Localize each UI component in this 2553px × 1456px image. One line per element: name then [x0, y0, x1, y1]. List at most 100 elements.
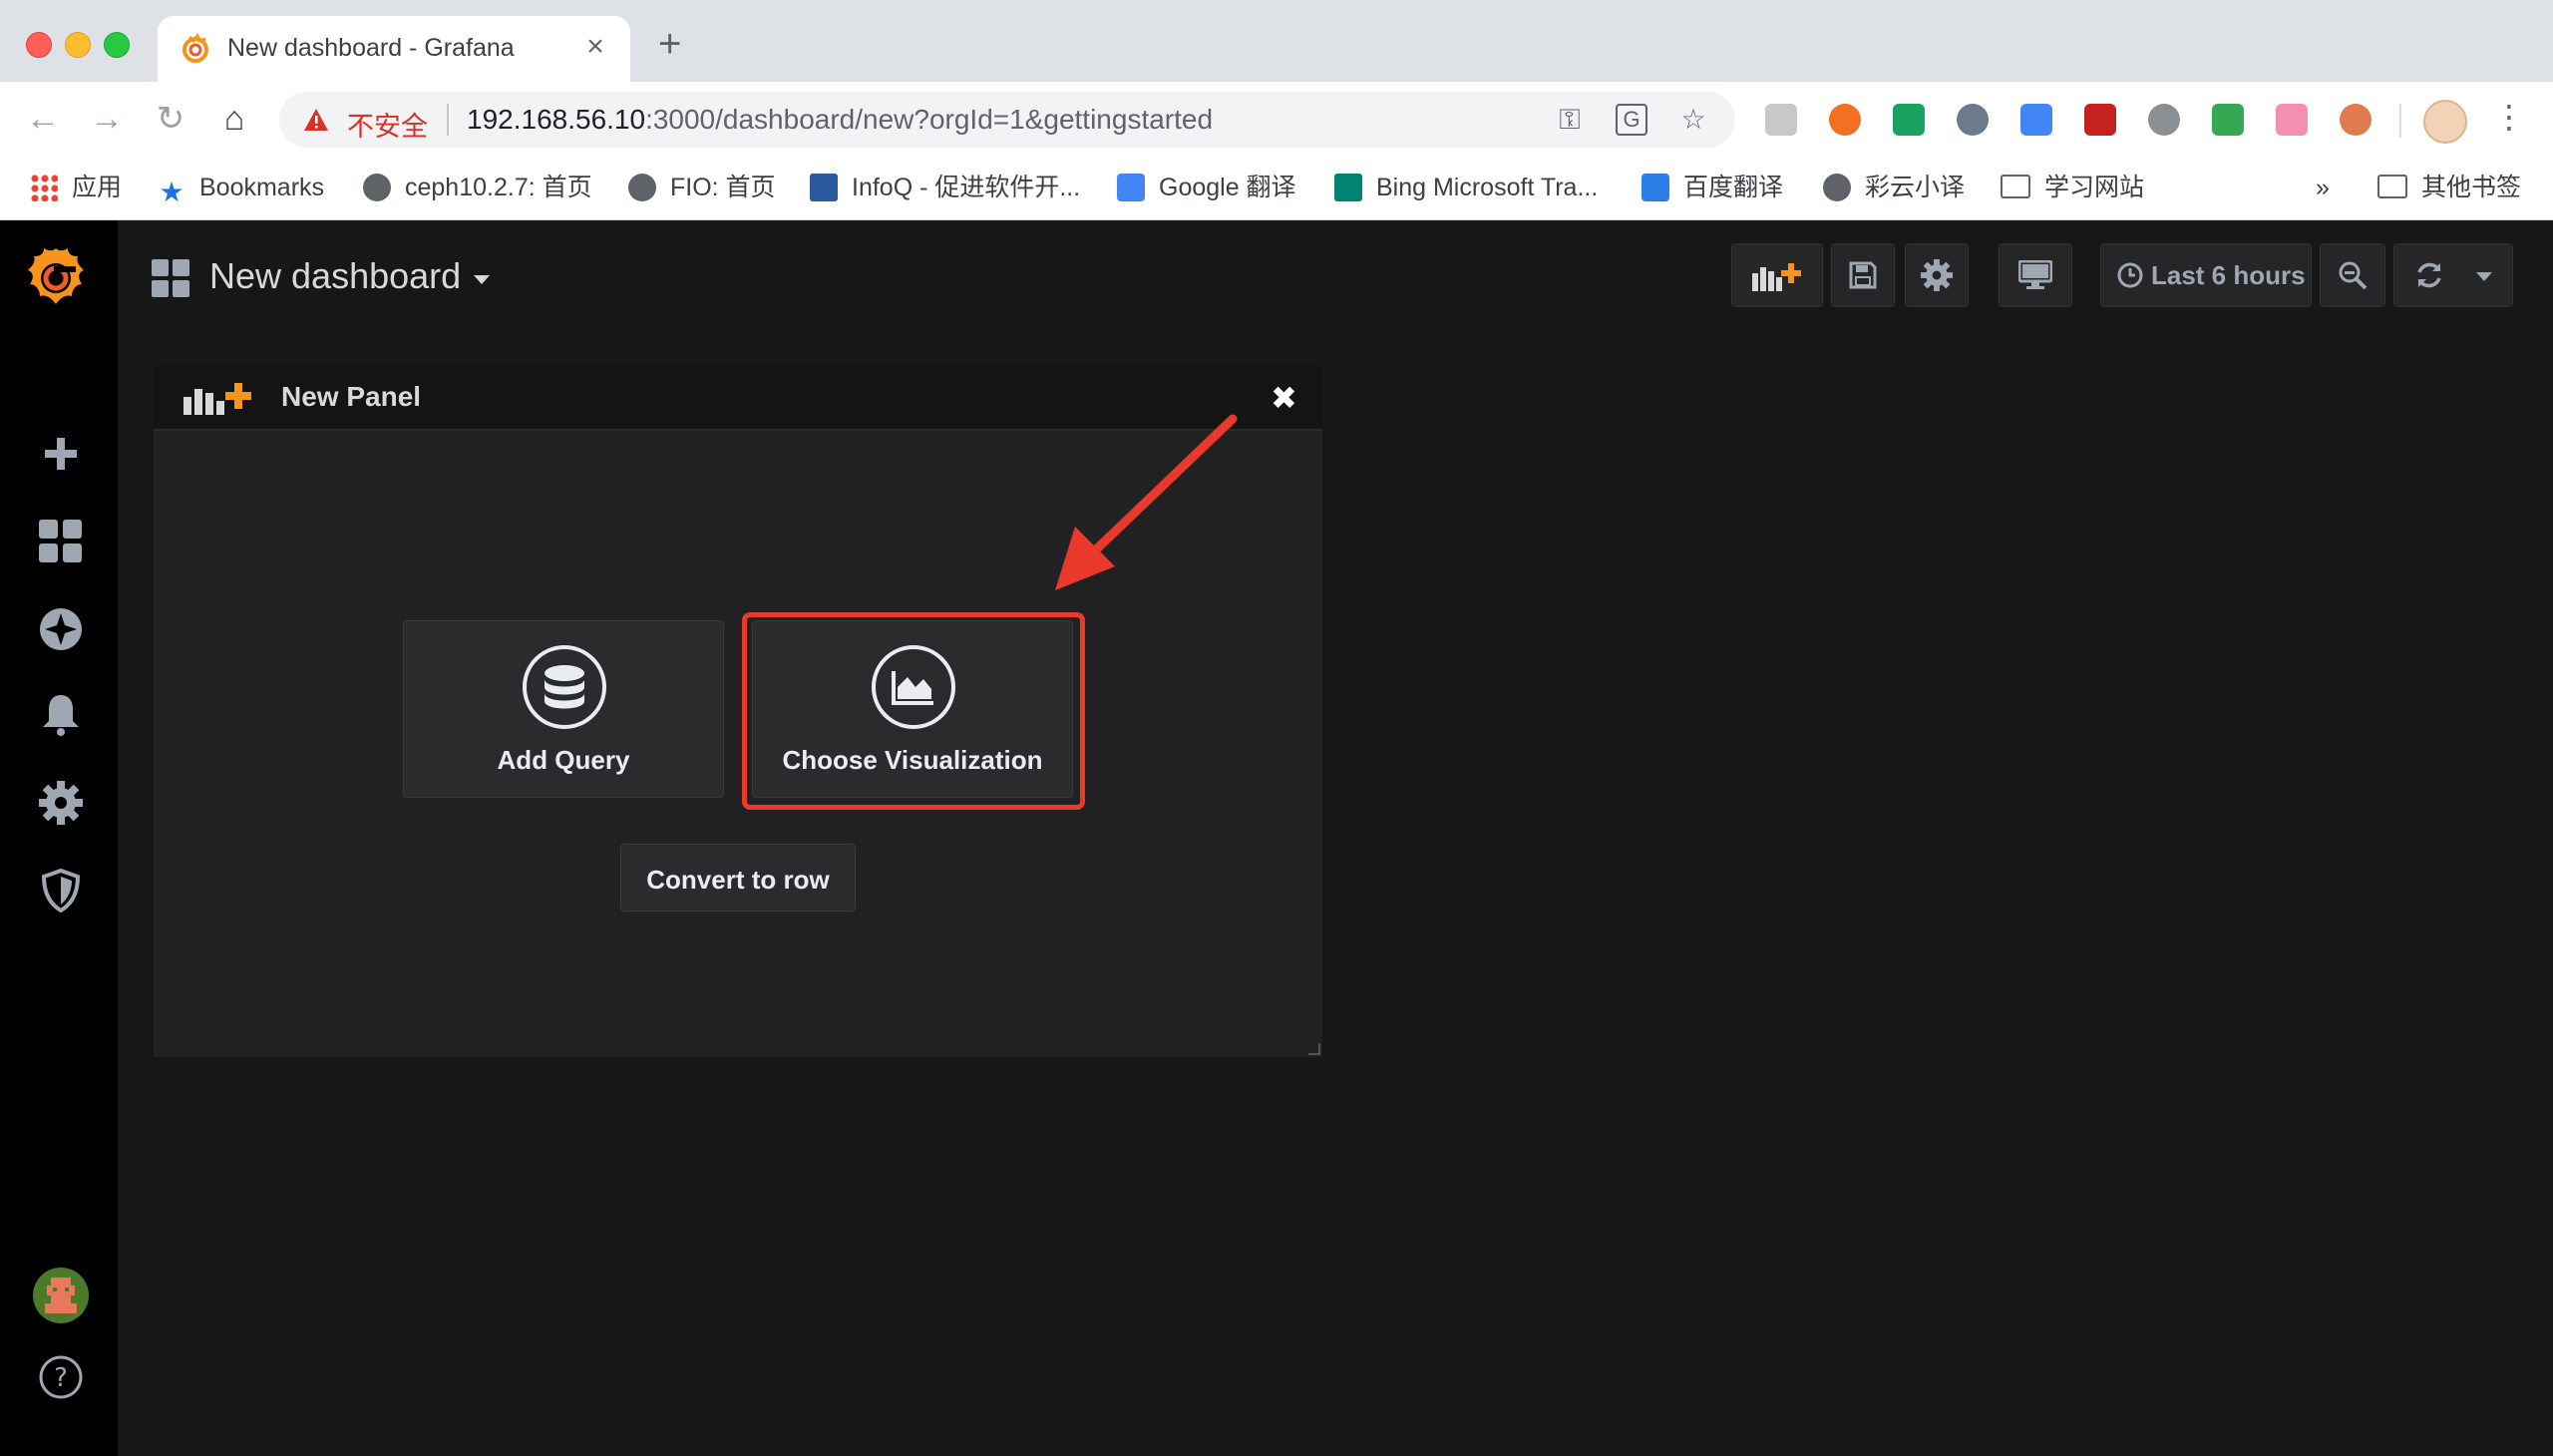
bookmark-fio[interactable]: FIO: 首页	[628, 168, 776, 207]
annotation-highlight-box	[742, 612, 1085, 810]
bookmark-apps[interactable]: 应用	[30, 168, 122, 207]
folder-icon	[2001, 175, 2030, 198]
help-question-icon[interactable]: ?	[39, 1355, 83, 1399]
extension-tv-icon[interactable]	[2276, 104, 2308, 136]
extension-parachute-icon[interactable]	[2148, 104, 2180, 136]
globe-icon	[628, 174, 656, 201]
browser-tab-bar: New dashboard - Grafana × +	[0, 0, 2553, 82]
back-arrow-icon[interactable]: ←	[20, 96, 66, 142]
time-range-label: Last 6 hours	[2151, 259, 2306, 290]
grafana-side-menu: ?	[0, 220, 118, 1456]
extension-b-icon[interactable]	[1765, 104, 1797, 136]
folder-icon	[2377, 175, 2407, 198]
bookmark-infoq[interactable]: InfoQ - 促进软件开...	[810, 168, 1080, 207]
alerting-bell-icon[interactable]	[39, 693, 83, 737]
add-panel-button[interactable]	[1731, 243, 1823, 307]
refresh-button[interactable]	[2393, 243, 2513, 307]
svg-text:?: ?	[54, 1363, 68, 1393]
browser-tab-active[interactable]: New dashboard - Grafana ×	[158, 16, 630, 82]
database-icon	[523, 645, 606, 729]
grafana-logo-icon[interactable]	[24, 242, 88, 310]
panel-header: New Panel ✖	[154, 365, 1322, 431]
extension-orange-icon[interactable]	[1829, 104, 1861, 136]
extension-chat-icon[interactable]	[1957, 104, 1989, 136]
bing-icon	[1334, 174, 1362, 201]
bookmark-google-translate[interactable]: Google 翻译	[1117, 168, 1296, 207]
save-dashboard-button[interactable]	[1831, 243, 1895, 307]
dashboard-settings-button[interactable]	[1905, 243, 1969, 307]
refresh-icon	[2417, 262, 2441, 288]
gear-icon	[1921, 259, 1953, 291]
zoom-out-icon	[2339, 261, 2368, 290]
globe-icon	[363, 174, 391, 201]
clock-icon	[2117, 262, 2143, 288]
zoom-out-button[interactable]	[2320, 243, 2385, 307]
save-floppy-icon	[1849, 261, 1877, 289]
configuration-gear-icon[interactable]	[39, 781, 83, 825]
window-minimize-button[interactable]	[65, 32, 91, 58]
infoq-icon	[810, 174, 838, 201]
insecure-label: 不安全	[347, 112, 428, 142]
extension-avatar-icon[interactable]	[2340, 104, 2371, 136]
bookmark-caiyun[interactable]: 彩云小译	[1823, 168, 1965, 207]
bookmark-bing-translator[interactable]: Bing Microsoft Tra...	[1334, 168, 1598, 207]
convert-to-row-button[interactable]: Convert to row	[620, 844, 856, 911]
bookmarks-overflow-button[interactable]: »	[2316, 168, 2330, 207]
translate-icon[interactable]: G	[1616, 104, 1647, 136]
view-mode-button[interactable]	[1999, 243, 2072, 307]
extension-green-icon[interactable]	[1893, 104, 1925, 136]
url-path: :3000/dashboard/new?orgId=1&gettingstart…	[645, 104, 1214, 135]
baidu-translate-icon	[1641, 174, 1669, 201]
extension-shield-icon[interactable]	[2212, 104, 2244, 136]
url-text: 192.168.56.10:3000/dashboard/new?orgId=1…	[467, 104, 1213, 136]
new-tab-button[interactable]: +	[658, 24, 681, 64]
tab-title: New dashboard - Grafana	[227, 34, 515, 62]
profile-avatar[interactable]	[2423, 100, 2467, 144]
add-panel-icon	[1752, 263, 1801, 291]
explore-compass-icon[interactable]	[39, 607, 83, 651]
star-bookmark-icon[interactable]: ☆	[1677, 104, 1709, 136]
google-translate-icon	[1117, 174, 1145, 201]
add-query-label: Add Query	[497, 745, 630, 775]
dashboard-title: New dashboard	[209, 255, 462, 296]
user-avatar[interactable]	[33, 1268, 89, 1323]
apps-icon	[30, 174, 58, 201]
home-icon[interactable]: ⌂	[211, 96, 257, 142]
window-close-button[interactable]	[26, 32, 52, 58]
monitor-icon	[2018, 260, 2052, 289]
close-icon[interactable]: ✖	[1271, 379, 1297, 417]
convert-to-row-label: Convert to row	[646, 865, 830, 895]
panel-resize-handle[interactable]	[1308, 1043, 1320, 1055]
server-admin-shield-icon[interactable]	[39, 869, 83, 912]
extension-download-icon[interactable]	[2084, 104, 2116, 136]
forward-arrow-icon[interactable]: →	[84, 96, 130, 142]
refresh-interval-caret-icon[interactable]	[2476, 272, 2492, 281]
dashboard-grid-icon	[152, 259, 189, 297]
bookmark-ceph[interactable]: ceph10.2.7: 首页	[363, 168, 592, 207]
reload-icon[interactable]: ↻	[148, 96, 193, 142]
caret-down-icon	[474, 275, 490, 284]
window-zoom-button[interactable]	[104, 32, 130, 58]
globe-icon	[1823, 174, 1851, 201]
tab-close-icon[interactable]: ×	[578, 30, 612, 64]
extension-translate-icon[interactable]	[2020, 104, 2052, 136]
dashboards-grid-icon[interactable]	[39, 520, 83, 563]
bookmark-other[interactable]: 其他书签	[2377, 168, 2521, 207]
create-plus-icon[interactable]	[39, 432, 83, 476]
key-icon[interactable]: ⚿	[1554, 104, 1586, 136]
omnibox-divider	[447, 104, 449, 136]
bookmark-bookmarks[interactable]: ★ Bookmarks	[158, 168, 324, 207]
panel-title: New Panel	[281, 381, 422, 412]
bookmark-baidu-translate[interactable]: 百度翻译	[1641, 168, 1783, 207]
add-query-button[interactable]: Add Query	[403, 620, 724, 798]
browser-toolbar: ← → ↻ ⌂ 不安全 192.168.56.10:3000/dashboard…	[0, 82, 2553, 158]
time-picker-button[interactable]: Last 6 hours	[2100, 243, 2312, 307]
grafana-favicon-icon	[182, 33, 208, 63]
add-panel-icon	[183, 383, 251, 415]
new-panel: New Panel ✖ Add Query Choose Visualizati…	[154, 365, 1322, 1057]
address-bar[interactable]: 不安全 192.168.56.10:3000/dashboard/new?org…	[279, 92, 1735, 148]
url-host: 192.168.56.10	[467, 104, 646, 135]
browser-menu-icon[interactable]: ⋮	[2493, 98, 2525, 136]
bookmark-folder-study[interactable]: 学习网站	[2001, 168, 2144, 207]
bookmarks-bar: 应用 ★ Bookmarks ceph10.2.7: 首页 FIO: 首页 Inf…	[0, 158, 2553, 220]
